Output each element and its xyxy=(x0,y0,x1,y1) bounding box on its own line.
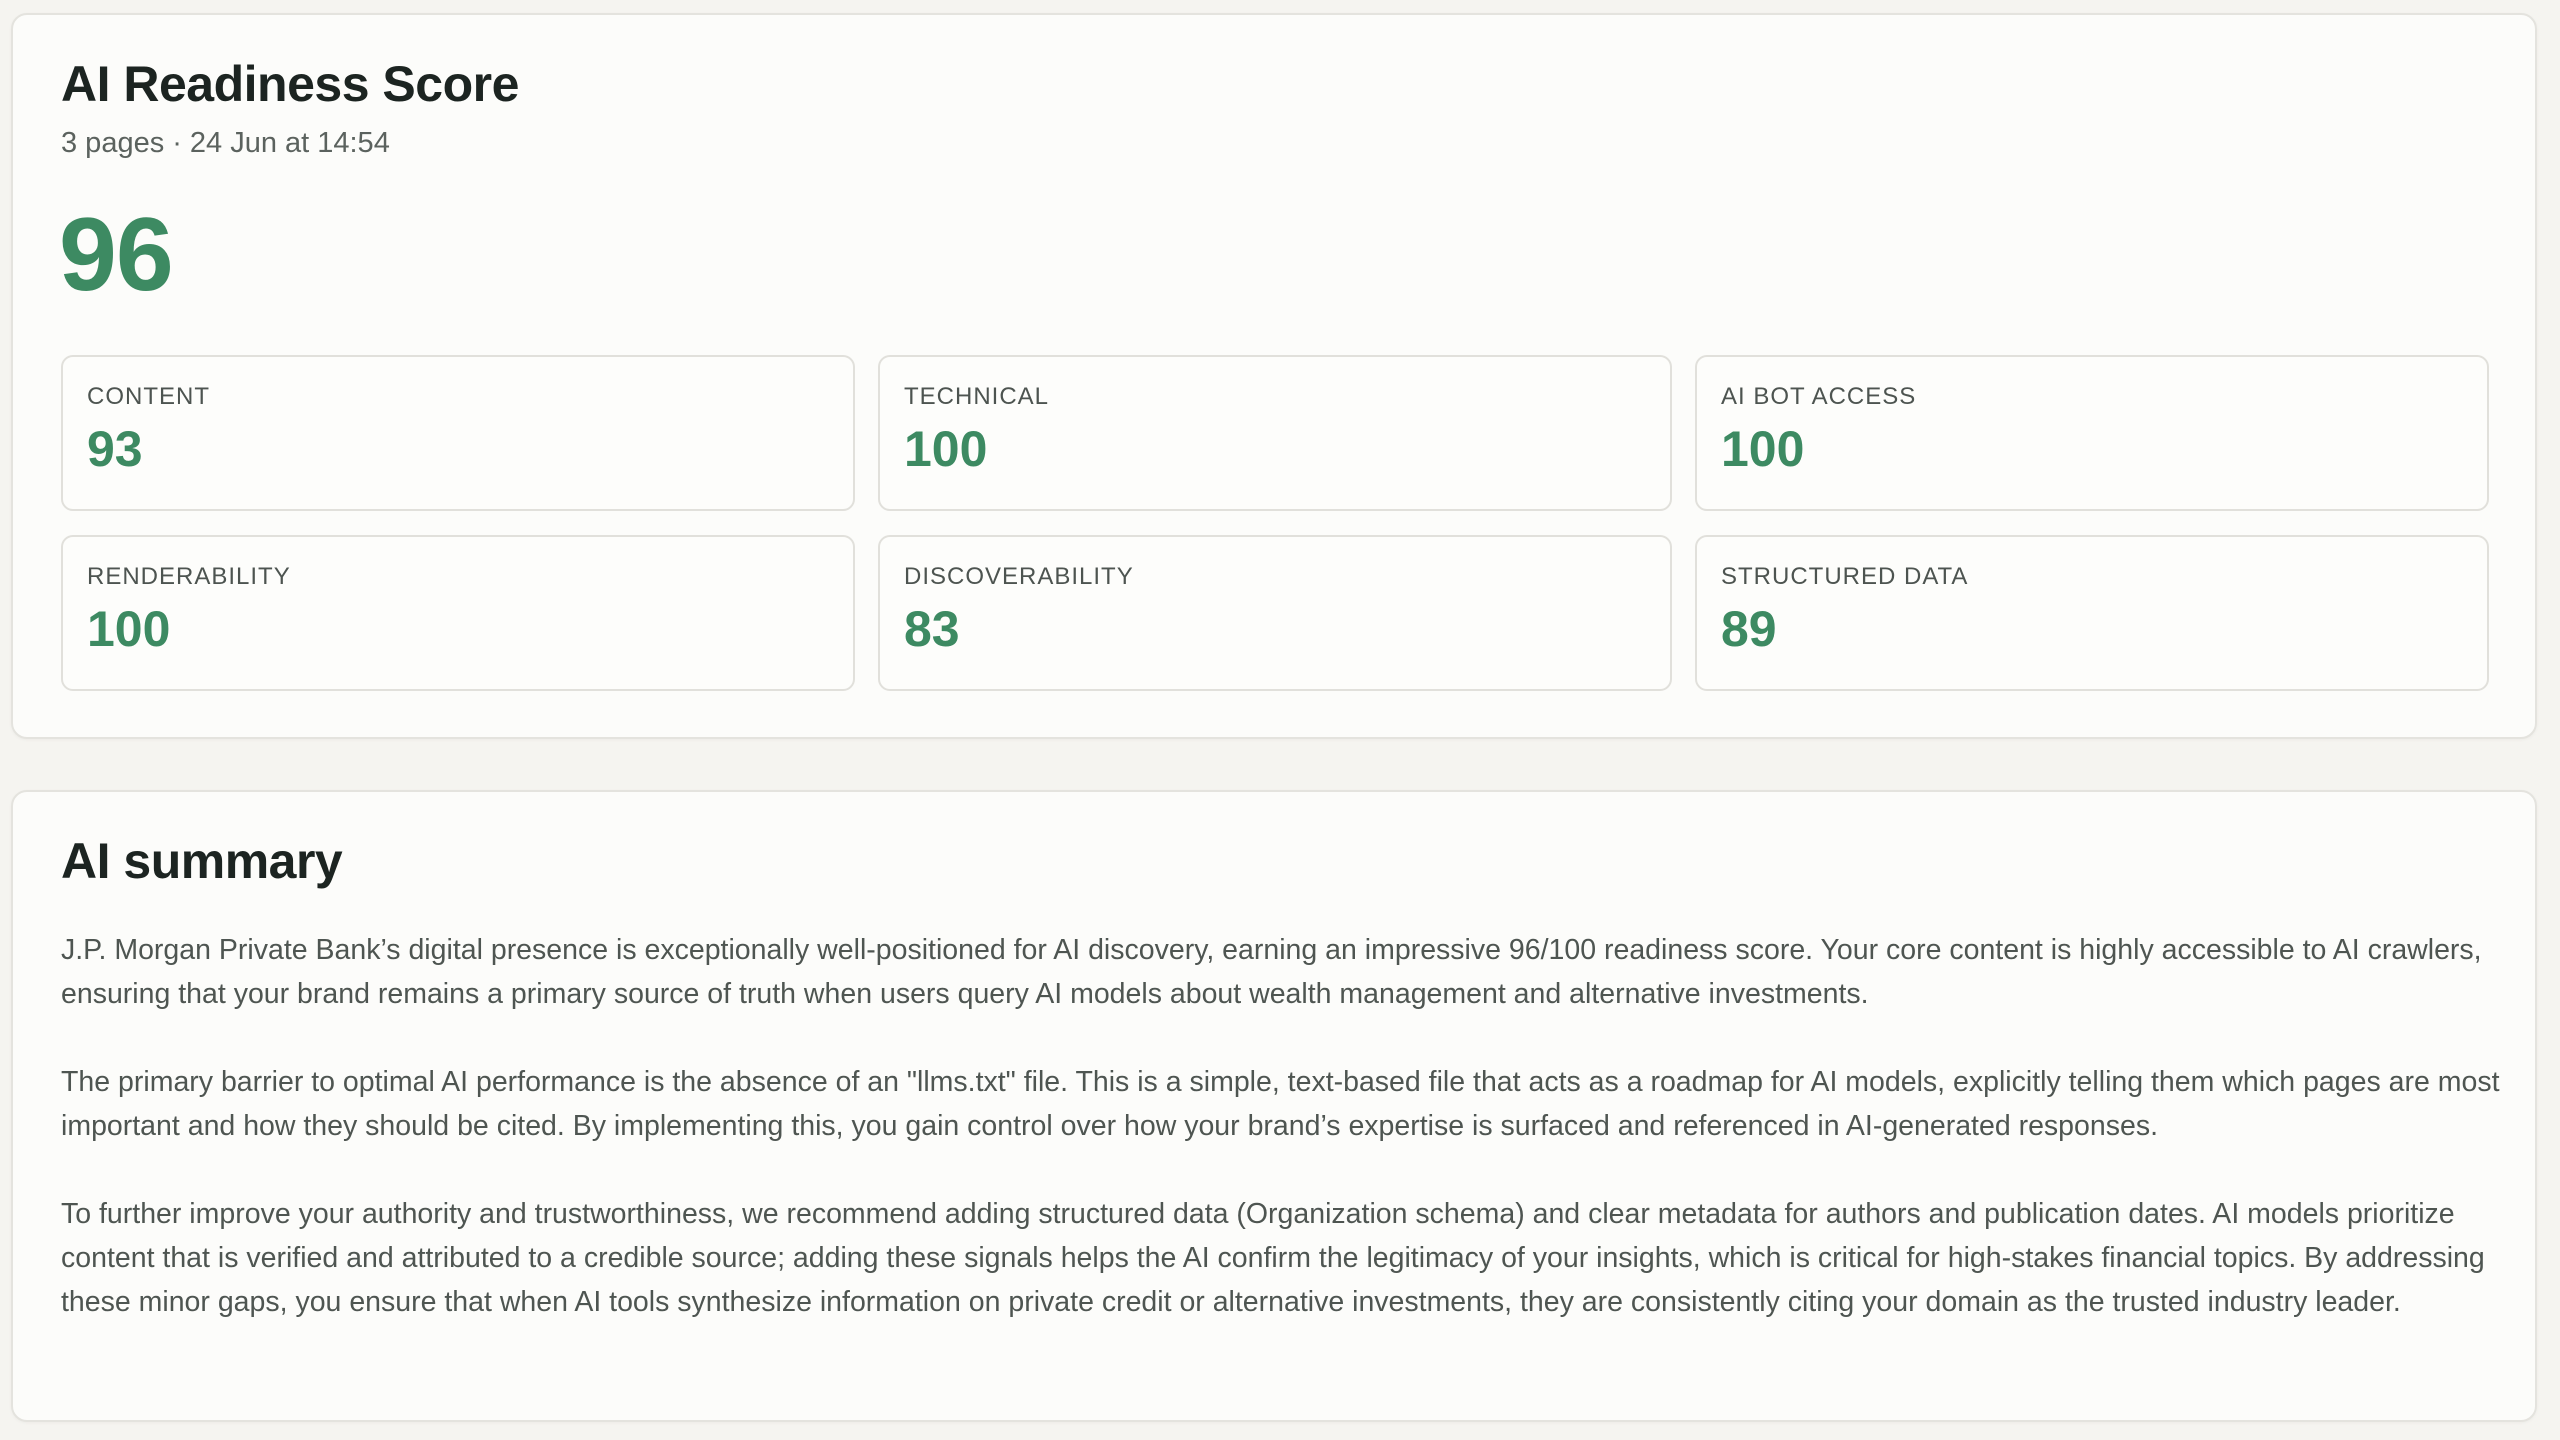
metric-value: 100 xyxy=(904,420,988,477)
scan-meta: 3 pages · 24 Jun at 14:54 xyxy=(61,127,390,160)
metric-discoverability: DISCOVERABILITY 83 xyxy=(878,535,1672,691)
overall-score: 96 xyxy=(59,197,174,313)
metric-value: 93 xyxy=(87,420,143,477)
summary-paragraph: To further improve your authority and tr… xyxy=(61,1198,2485,1318)
metric-structured-data: STRUCTURED DATA 89 xyxy=(1695,535,2489,691)
metric-label: RENDERABILITY xyxy=(87,563,291,590)
metric-value: 89 xyxy=(1721,600,1777,657)
readiness-score-title: AI Readiness Score xyxy=(61,56,519,112)
metric-value: 100 xyxy=(1721,420,1805,477)
metric-value: 83 xyxy=(904,600,960,657)
ai-summary-card: AI summary J.P. Morgan Private Bank’s di… xyxy=(11,790,2537,1422)
metric-renderability: RENDERABILITY 100 xyxy=(61,535,855,691)
page-count: 3 pages xyxy=(61,127,165,159)
summary-paragraph: The primary barrier to optimal AI perfor… xyxy=(61,1066,2500,1142)
metric-label: AI BOT ACCESS xyxy=(1721,383,1917,410)
metric-technical: TECHNICAL 100 xyxy=(878,355,1672,511)
summary-paragraph: J.P. Morgan Private Bank’s digital prese… xyxy=(61,934,2482,1010)
ai-summary-title: AI summary xyxy=(61,833,343,889)
metrics-grid: CONTENT 93 TECHNICAL 100 AI BOT ACCESS 1… xyxy=(61,355,2489,691)
readiness-score-card: AI Readiness Score 3 pages · 24 Jun at 14:… xyxy=(11,13,2537,739)
metric-label: CONTENT xyxy=(87,383,210,410)
metric-value: 100 xyxy=(87,600,171,657)
metric-label: TECHNICAL xyxy=(904,383,1050,410)
metric-label: DISCOVERABILITY xyxy=(904,563,1134,590)
metric-ai-bot-access: AI BOT ACCESS 100 xyxy=(1695,355,2489,511)
meta-separator: · xyxy=(172,127,182,159)
scan-date: 24 Jun at 14:54 xyxy=(189,127,390,159)
ai-summary-body: J.P. Morgan Private Bank’s digital prese… xyxy=(61,928,2501,1324)
metric-label: STRUCTURED DATA xyxy=(1721,563,1969,590)
metric-content: CONTENT 93 xyxy=(61,355,855,511)
